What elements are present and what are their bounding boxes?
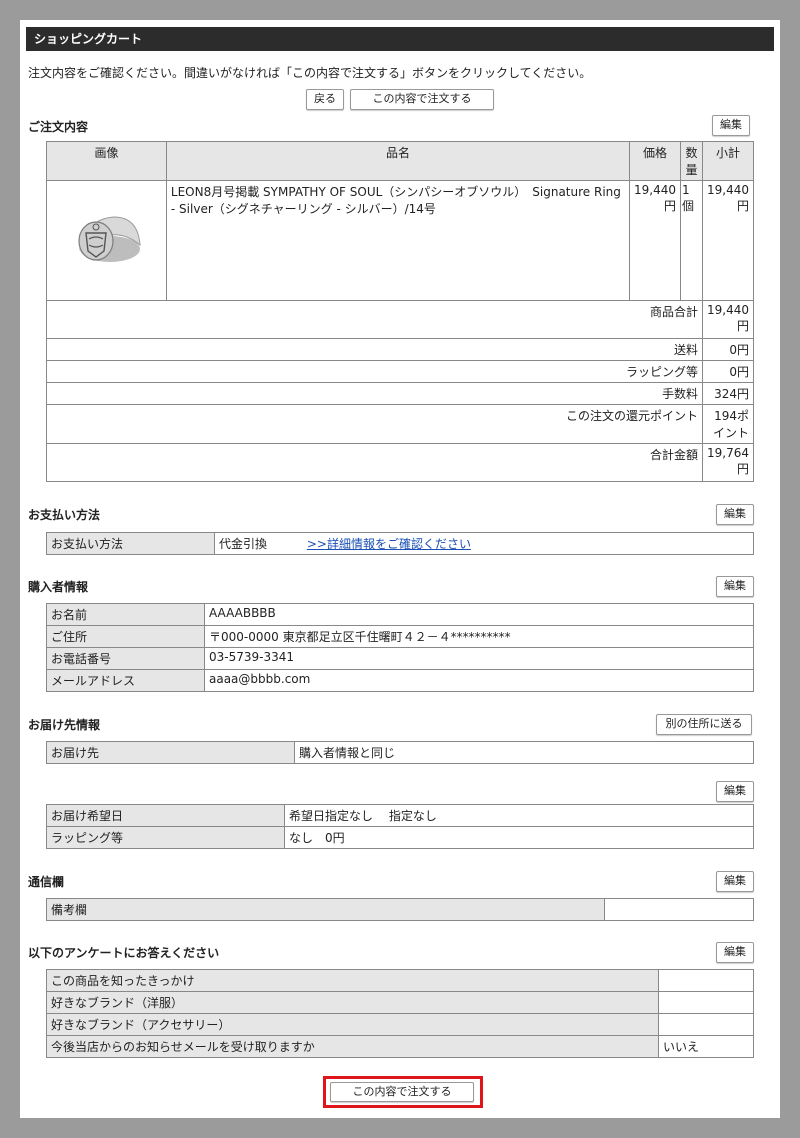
- payment-value-cell: 代金引換 >>詳細情報をご確認ください: [214, 532, 754, 555]
- ring-product-image: [78, 216, 142, 262]
- order-edit-button[interactable]: 編集: [712, 115, 750, 136]
- buyer-label: メールアドレス: [46, 669, 205, 692]
- memo-label: 備考欄: [46, 898, 605, 921]
- delivery-value: なし 0円: [284, 826, 754, 849]
- buyer-value: AAAABBBB: [204, 603, 754, 626]
- submit-order-button-bottom[interactable]: この内容で注文する: [330, 1082, 474, 1102]
- summary-value: 19,764円: [701, 443, 755, 482]
- summary-value: 194ポイント: [701, 404, 755, 444]
- item-subtotal: 19,440円: [701, 180, 755, 301]
- survey-answer: [658, 1013, 754, 1036]
- order-item-row: LEON8月号掲載 SYMPATHY OF SOUL（シンパシーオブソウル） S…: [46, 180, 755, 301]
- summary-row: この注文の還元ポイント 194ポイント: [46, 404, 755, 444]
- buyer-value: aaaa@bbbb.com: [204, 669, 754, 692]
- delivery-row: ラッピング等 なし 0円: [46, 826, 754, 849]
- order-section-title: ご注文内容: [28, 120, 89, 134]
- page-header: ショッピングカート: [26, 27, 774, 51]
- delivery-label: お届け希望日: [46, 804, 285, 827]
- survey-section-title: 以下のアンケートにお答えください: [28, 946, 220, 960]
- delivery-options-table: お届け希望日 希望日指定なし 指定なし ラッピング等 なし 0円: [46, 804, 754, 849]
- delivery-section-title: お届け先情報: [28, 718, 101, 732]
- summary-value: 19,440円: [701, 300, 755, 339]
- item-image-cell: [46, 180, 167, 301]
- buyer-row: お名前 AAAABBBB: [46, 603, 754, 626]
- submit-highlight-box: この内容で注文する: [323, 1076, 483, 1108]
- summary-label: 送料: [46, 338, 703, 361]
- survey-question: この商品を知ったきっかけ: [46, 969, 659, 992]
- memo-value: [604, 898, 754, 921]
- col-subtotal: 小計: [701, 141, 755, 181]
- summary-label: 商品合計: [46, 300, 703, 339]
- delivery-edit-button[interactable]: 編集: [716, 781, 754, 802]
- delivery-dest-table: お届け先 購入者情報と同じ: [46, 741, 754, 764]
- payment-details-link[interactable]: >>詳細情報をご確認ください: [307, 537, 471, 551]
- buyer-row: お電話番号 03-5739-3341: [46, 647, 754, 670]
- memo-table: 備考欄: [46, 898, 754, 921]
- delivery-dest-label: お届け先: [46, 741, 295, 764]
- delivery-row: お届け希望日 希望日指定なし 指定なし: [46, 804, 754, 827]
- summary-value: 0円: [701, 360, 755, 383]
- survey-question: 好きなブランド（洋服）: [46, 991, 659, 1014]
- submit-order-button-top[interactable]: この内容で注文する: [350, 89, 494, 110]
- item-name: LEON8月号掲載 SYMPATHY OF SOUL（シンパシーオブソウル） S…: [165, 180, 631, 301]
- survey-question: 好きなブランド（アクセサリー）: [46, 1013, 659, 1036]
- buyer-section-title: 購入者情報: [28, 580, 89, 594]
- col-image: 画像: [46, 141, 167, 181]
- buyer-table: お名前 AAAABBBB ご住所 〒000-0000 東京都足立区千住曙町４２－…: [46, 603, 754, 692]
- intro-text: 注文内容をご確認ください。間違いがなければ「この内容で注文する」ボタンをクリック…: [28, 66, 592, 80]
- summary-row: 手数料 324円: [46, 382, 755, 405]
- survey-answer: いいえ: [658, 1035, 754, 1058]
- survey-answer: [658, 991, 754, 1014]
- survey-row: 好きなブランド（洋服）: [46, 991, 754, 1014]
- survey-answer: [658, 969, 754, 992]
- back-button[interactable]: 戻る: [306, 89, 344, 110]
- buyer-value: 〒000-0000 東京都足立区千住曙町４２－４**********: [204, 625, 754, 648]
- buyer-value: 03-5739-3341: [204, 647, 754, 670]
- delivery-value: 希望日指定なし 指定なし: [284, 804, 754, 827]
- survey-table: この商品を知ったきっかけ 好きなブランド（洋服） 好きなブランド（アクセサリー）…: [46, 969, 754, 1058]
- summary-row: ラッピング等 0円: [46, 360, 755, 383]
- summary-row: 商品合計 19,440円: [46, 300, 755, 339]
- buyer-row: ご住所 〒000-0000 東京都足立区千住曙町４２－４**********: [46, 625, 754, 648]
- item-price: 19,440円: [629, 180, 682, 301]
- summary-label: 合計金額: [46, 443, 703, 482]
- survey-question: 今後当店からのお知らせメールを受け取りますか: [46, 1035, 659, 1058]
- survey-row: 今後当店からのお知らせメールを受け取りますか いいえ: [46, 1035, 754, 1058]
- summary-row: 合計金額 19,764円: [46, 443, 755, 482]
- payment-edit-button[interactable]: 編集: [716, 504, 754, 525]
- payment-section-title: お支払い方法: [28, 508, 101, 522]
- item-qty: 1個: [680, 180, 703, 301]
- summary-row: 送料 0円: [46, 338, 755, 361]
- buyer-row: メールアドレス aaaa@bbbb.com: [46, 669, 754, 692]
- memo-edit-button[interactable]: 編集: [716, 871, 754, 892]
- summary-label: 手数料: [46, 382, 703, 405]
- summary-value: 324円: [701, 382, 755, 405]
- survey-row: この商品を知ったきっかけ: [46, 969, 754, 992]
- summary-value: 0円: [701, 338, 755, 361]
- buyer-label: ご住所: [46, 625, 205, 648]
- survey-edit-button[interactable]: 編集: [716, 942, 754, 963]
- col-name: 品名: [165, 141, 631, 181]
- buyer-label: お電話番号: [46, 647, 205, 670]
- col-price: 価格: [629, 141, 682, 181]
- payment-label: お支払い方法: [46, 532, 215, 555]
- buyer-label: お名前: [46, 603, 205, 626]
- payment-value: 代金引換: [219, 537, 268, 551]
- payment-table: お支払い方法 代金引換 >>詳細情報をご確認ください: [46, 532, 754, 555]
- delivery-dest-value: 購入者情報と同じ: [294, 741, 754, 764]
- summary-label: ラッピング等: [46, 360, 703, 383]
- col-qty: 数量: [680, 141, 703, 181]
- memo-section-title: 通信欄: [28, 875, 65, 889]
- delivery-label: ラッピング等: [46, 826, 285, 849]
- survey-row: 好きなブランド（アクセサリー）: [46, 1013, 754, 1036]
- buyer-edit-button[interactable]: 編集: [716, 576, 754, 597]
- other-address-button[interactable]: 別の住所に送る: [656, 714, 752, 735]
- order-table: 画像 品名 価格 数量 小計 LEON8月号掲載 SYMPATHY OF SOU…: [46, 141, 755, 482]
- cart-panel: ショッピングカート 注文内容をご確認ください。間違いがなければ「この内容で注文す…: [20, 20, 780, 1118]
- summary-label: この注文の還元ポイント: [46, 404, 703, 444]
